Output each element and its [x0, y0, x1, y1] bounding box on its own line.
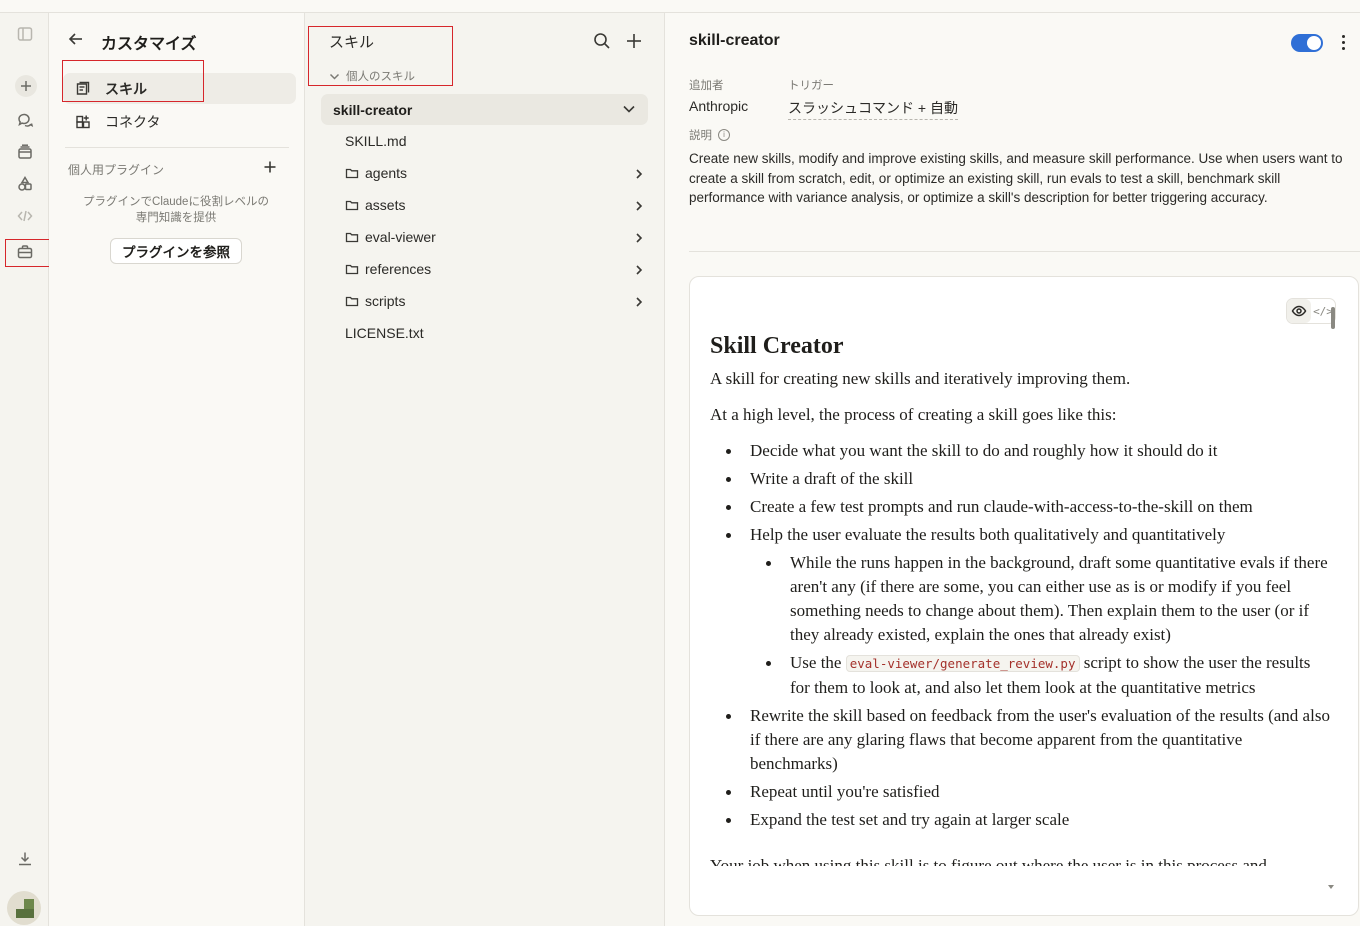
- skill-title: skill-creator: [689, 32, 780, 49]
- nav-item-label: コネクタ: [105, 113, 161, 130]
- list-item: Expand the test set and try again at lar…: [710, 808, 1330, 832]
- description-label-row: 説明 i: [689, 127, 730, 143]
- file-label: SKILL.md: [345, 133, 407, 149]
- preview-eye-icon[interactable]: [1287, 299, 1311, 323]
- code-icon[interactable]: [12, 203, 38, 229]
- icon-rail: [0, 13, 58, 926]
- info-icon[interactable]: i: [718, 129, 730, 141]
- folder-label: agents: [365, 165, 408, 181]
- view-mode-switch: </>: [1286, 298, 1336, 324]
- folder-item-agents[interactable]: agents: [345, 162, 645, 184]
- add-plugin-icon[interactable]: [263, 160, 279, 176]
- plugins-description-line: 専門知識を提供: [135, 212, 217, 224]
- chats-icon[interactable]: [12, 107, 38, 133]
- toggle-knob: [1307, 36, 1321, 50]
- file-item-skill-md[interactable]: SKILL.md: [345, 130, 645, 152]
- chevron-right-icon: [633, 199, 645, 211]
- chevron-right-icon: [633, 231, 645, 243]
- folder-item-references[interactable]: references: [345, 258, 645, 280]
- folder-icon: [345, 230, 359, 244]
- plugins-description-line: プラグインでClaudeに役割レベルの: [83, 196, 269, 208]
- folder-label: eval-viewer: [365, 229, 436, 245]
- chevron-right-icon: [633, 295, 645, 307]
- back-arrow-icon[interactable]: [67, 30, 87, 50]
- download-icon[interactable]: [12, 846, 38, 872]
- folder-item-scripts[interactable]: scripts: [345, 290, 645, 312]
- folder-label: scripts: [365, 293, 406, 309]
- sidebar-toggle-icon[interactable]: [12, 21, 38, 47]
- plugins-heading: 個人用プラグイン: [68, 163, 165, 177]
- avatar-shape: [24, 899, 34, 909]
- skill-name: skill-creator: [333, 101, 413, 118]
- description-label: 説明: [689, 130, 712, 142]
- file-item-license[interactable]: LICENSE.txt: [345, 322, 645, 344]
- skill-detail-panel: skill-creator 追加者 Anthropic トリガー スラッシュコマ…: [665, 13, 1360, 926]
- chevron-down-icon: [622, 102, 636, 116]
- folder-item-eval-viewer[interactable]: eval-viewer: [345, 226, 645, 248]
- list-item: Write a draft of the skill: [710, 467, 1330, 491]
- folder-icon: [345, 198, 359, 212]
- added-by-value: Anthropic: [689, 98, 749, 114]
- list-item: Use the eval-viewer/generate_review.py s…: [750, 651, 1330, 700]
- projects-icon[interactable]: [12, 139, 38, 165]
- folder-item-assets[interactable]: assets: [345, 194, 645, 216]
- page-title: カスタマイズ: [101, 36, 197, 53]
- trigger-value[interactable]: スラッシュコマンド + 自動: [788, 98, 958, 120]
- inline-code: eval-viewer/generate_review.py: [845, 655, 1080, 672]
- skill-item-skill-creator[interactable]: skill-creator: [321, 94, 648, 125]
- chevron-right-icon: [633, 167, 645, 179]
- list-item: Rewrite the skill based on feedback from…: [710, 704, 1330, 776]
- app-window: カスタマイズ スキル コネクタ 個人用プラグイン プラグインでClaudeに役割…: [0, 0, 1360, 926]
- folder-icon: [345, 166, 359, 180]
- new-chat-icon[interactable]: [15, 75, 37, 97]
- markdown-paragraph: Your job when using this skill is to fig…: [710, 856, 1267, 866]
- list-item-text: Help the user evaluate the results both …: [750, 525, 1226, 544]
- list-item: Repeat until you're satisfied: [710, 780, 1330, 804]
- added-by-label: 追加者: [689, 80, 724, 92]
- plugins-description: プラグインでClaudeに役割レベルの 専門知識を提供: [69, 194, 283, 226]
- divider: [689, 251, 1360, 252]
- divider: [65, 147, 289, 148]
- folder-icon: [345, 262, 359, 276]
- markdown-preview: </> Skill Creator A skill for creating n…: [689, 276, 1359, 916]
- avatar-shape: [16, 909, 34, 918]
- customize-panel: カスタマイズ スキル コネクタ 個人用プラグイン プラグインでClaudeに役割…: [49, 13, 305, 926]
- list-item-text: Use the: [790, 653, 842, 672]
- markdown-paragraph: A skill for creating new skills and iter…: [710, 369, 1131, 388]
- nav-item-connectors[interactable]: コネクタ: [63, 106, 296, 137]
- highlight-box: [62, 60, 204, 102]
- list-item: Help the user evaluate the results both …: [710, 523, 1330, 700]
- scroll-down-arrow-icon[interactable]: [1328, 885, 1334, 889]
- description-text: Create new skills, modify and improve ex…: [689, 151, 1343, 205]
- skills-file-panel: スキル 個人のスキル skill-creator SKILL.md agents: [305, 13, 665, 926]
- markdown-heading: Skill Creator: [710, 333, 844, 359]
- add-skill-icon[interactable]: [625, 32, 643, 50]
- scrollbar-thumb[interactable]: [1331, 307, 1335, 329]
- browse-plugins-button[interactable]: プラグインを参照: [110, 238, 242, 264]
- markdown-list: Decide what you want the skill to do and…: [710, 439, 1330, 832]
- more-options-icon[interactable]: [1340, 35, 1346, 51]
- search-icon[interactable]: [593, 32, 611, 50]
- chevron-right-icon: [633, 263, 645, 275]
- file-label: LICENSE.txt: [345, 325, 424, 341]
- connectors-icon: [75, 114, 91, 130]
- list-item: Create a few test prompts and run claude…: [710, 495, 1330, 519]
- skill-enabled-toggle[interactable]: [1291, 34, 1323, 52]
- avatar[interactable]: [7, 891, 41, 925]
- artifacts-icon[interactable]: [12, 171, 38, 197]
- list-item: Decide what you want the skill to do and…: [710, 439, 1330, 463]
- markdown-sublist: While the runs happen in the background,…: [750, 551, 1330, 700]
- list-item: While the runs happen in the background,…: [750, 551, 1330, 647]
- folder-label: assets: [365, 197, 406, 213]
- markdown-paragraph: At a high level, the process of creating…: [710, 405, 1117, 424]
- trigger-label: トリガー: [788, 80, 834, 92]
- markdown-content: Skill Creator A skill for creating new s…: [710, 331, 1330, 866]
- folder-icon: [345, 294, 359, 308]
- folder-label: references: [365, 261, 432, 277]
- highlight-box: [308, 26, 453, 86]
